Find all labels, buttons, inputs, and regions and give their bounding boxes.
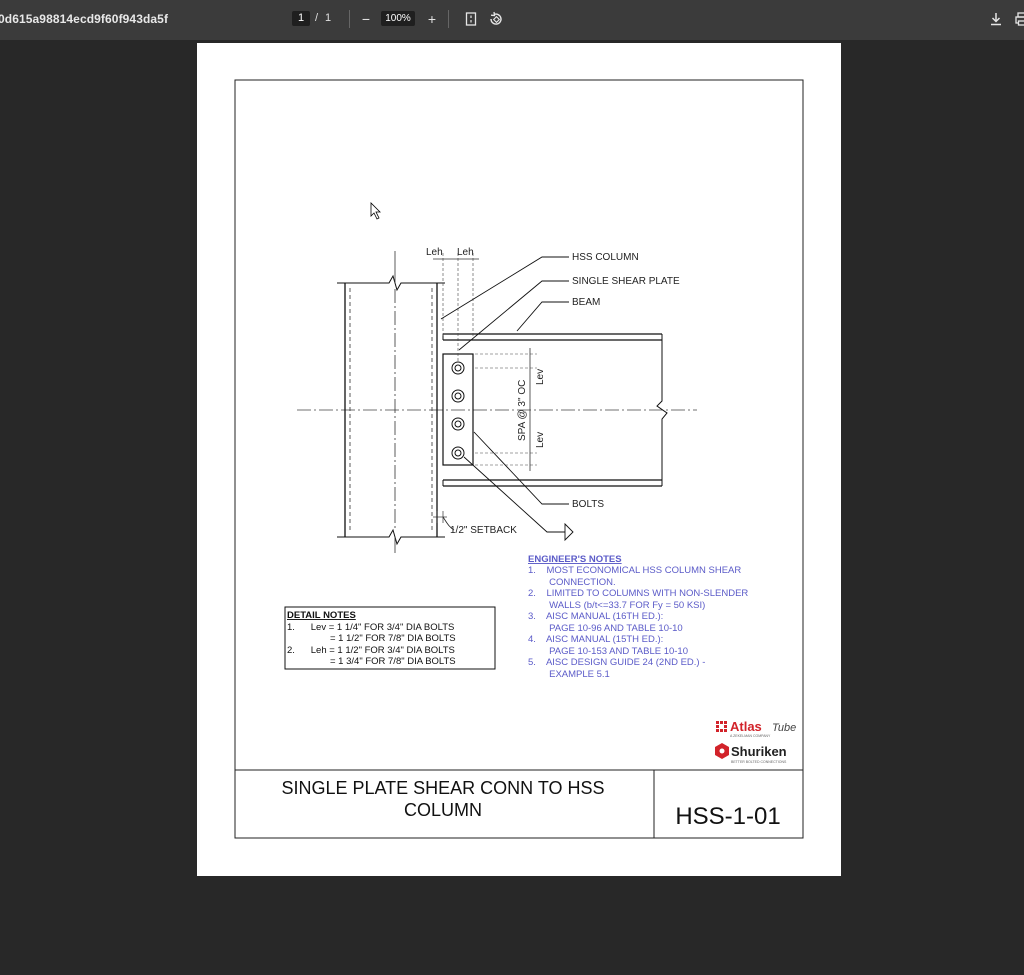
lev-label: Lev — [535, 432, 546, 448]
drawing-title: COLUMN — [404, 800, 482, 820]
document-title: 0d615a98814ecd9f60f943da5f — [0, 12, 169, 26]
zoom-input[interactable]: 100% — [381, 11, 415, 26]
print-icon — [1015, 12, 1024, 26]
detail-note-line: = 1 3/4" FOR 7/8" DIA BOLTS — [330, 656, 456, 667]
bolt — [451, 389, 465, 403]
shuriken-logo-text: Shuriken — [731, 744, 787, 759]
atlas-logo-text: Atlas — [730, 719, 762, 734]
atlas-logo-subtitle: A ZEKELMAN COMPANY — [730, 734, 771, 738]
note-line: 2. LIMITED TO COLUMNS WITH NON-SLENDER — [528, 588, 748, 599]
detail-note-line: 1. Lev = 1 1/4" FOR 3/4" DIA BOLTS — [287, 622, 454, 633]
zoom-in-button[interactable]: + — [422, 9, 442, 29]
page-total: 1 — [325, 12, 332, 24]
mouse-cursor-icon — [370, 202, 381, 220]
fit-page-button[interactable] — [461, 9, 481, 29]
shuriken-logo-subtitle: BETTER BOLTED CONNECTIONS — [731, 760, 787, 764]
rotate-icon — [490, 11, 502, 25]
note-line: PAGE 10-153 AND TABLE 10-10 — [528, 646, 688, 657]
detail-notes: DETAIL NOTES 1. Lev = 1 1/4" FOR 3/4" DI… — [284, 606, 496, 670]
shuriken-logo: Shuriken BETTER BOLTED CONNECTIONS — [715, 743, 787, 764]
atlas-logo-tube: Tube — [772, 722, 796, 734]
note-line: PAGE 10-96 AND TABLE 10-10 — [528, 623, 683, 634]
hss-column — [337, 251, 445, 553]
bolt — [451, 417, 465, 431]
hss-column-label: HSS COLUMN — [572, 252, 639, 263]
spacing-label: SPA @ 3" OC — [517, 380, 528, 441]
leader-lines — [440, 256, 574, 542]
pdf-toolbar: 0d615a98814ecd9f60f943da5f 1 / 1 − 100% … — [0, 0, 1024, 40]
horizontal-dimension — [433, 253, 479, 361]
leh-label: Leh — [457, 247, 474, 258]
atlas-grid-icon — [716, 721, 727, 732]
detail-note-line: = 1 1/2" FOR 7/8" DIA BOLTS — [330, 633, 456, 644]
page-number-input[interactable]: 1 — [292, 11, 310, 26]
note-line: CONNECTION. — [528, 577, 616, 588]
note-line: 5. AISC DESIGN GUIDE 24 (2ND ED.) - — [528, 657, 705, 668]
note-line: EXAMPLE 5.1 — [528, 669, 610, 680]
lev-label: Lev — [535, 369, 546, 385]
fit-page-icon — [465, 12, 477, 26]
engineers-notes-heading: ENGINEER'S NOTES — [528, 554, 622, 565]
drawing-title: SINGLE PLATE SHEAR CONN TO HSS — [281, 778, 604, 798]
shuriken-icon — [715, 743, 729, 759]
beam-label: BEAM — [572, 297, 600, 308]
detail-notes-heading: DETAIL NOTES — [287, 610, 356, 621]
note-line: WALLS (b/t<=33.7 FOR Fy = 50 KSI) — [528, 600, 705, 611]
toolbar-divider — [349, 10, 350, 28]
print-button[interactable] — [1012, 9, 1024, 29]
bolt-group — [451, 361, 465, 460]
download-icon — [991, 13, 1001, 26]
bolt — [451, 361, 465, 375]
bolts-label: BOLTS — [572, 499, 604, 510]
toolbar-divider — [448, 10, 449, 28]
bolt — [451, 446, 465, 460]
note-line: 3. AISC MANUAL (16TH ED.): — [528, 611, 663, 622]
drawing-sheet: Leh Leh HSS COLUMN SINGLE SHEAR PLATE BE… — [234, 79, 804, 839]
note-line: 1. MOST ECONOMICAL HSS COLUMN SHEAR — [528, 565, 741, 576]
detail-note-line: 2. Leh = 1 1/2" FOR 3/4" DIA BOLTS — [287, 645, 455, 656]
zoom-out-button[interactable]: − — [356, 9, 376, 29]
drawing-number: HSS-1-01 — [675, 803, 780, 830]
page-separator: / — [315, 12, 319, 24]
leh-label: Leh — [426, 247, 443, 258]
sheet-border — [234, 79, 804, 839]
setback-label: 1/2" SETBACK — [450, 525, 517, 536]
pdf-page: Leh Leh HSS COLUMN SINGLE SHEAR PLATE BE… — [197, 43, 841, 876]
rotate-button[interactable] — [486, 9, 506, 29]
download-button[interactable] — [986, 9, 1006, 29]
shear-plate-label: SINGLE SHEAR PLATE — [572, 276, 680, 287]
engineers-notes: ENGINEER'S NOTES 1. MOST ECONOMICAL HSS … — [528, 554, 748, 680]
note-line: 4. AISC MANUAL (15TH ED.): — [528, 634, 663, 645]
atlas-tube-logo: Atlas Tube A ZEKELMAN COMPANY — [716, 719, 796, 738]
